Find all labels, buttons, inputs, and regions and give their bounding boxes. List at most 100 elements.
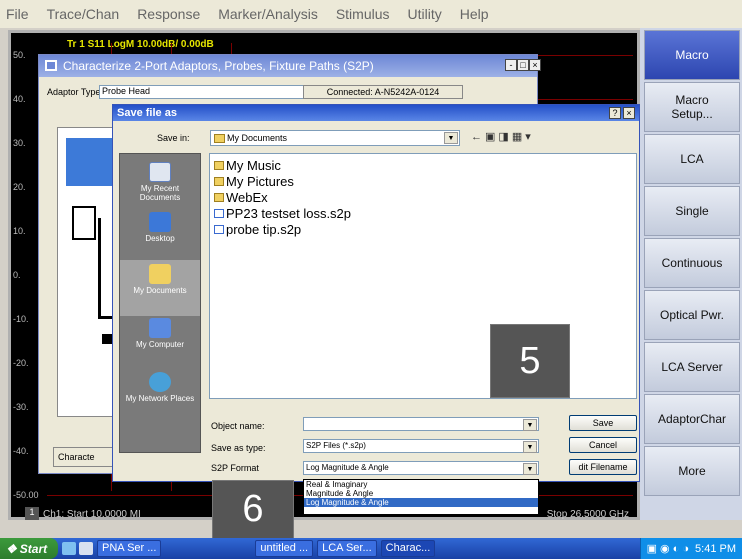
y-tick: -50.00 — [13, 490, 39, 500]
folder-icon — [214, 161, 224, 170]
task-untitled[interactable]: untitled ... — [255, 540, 314, 557]
place-label: My Recent Documents — [139, 184, 181, 202]
file-list: My Music My Pictures WebEx PP23 testset … — [209, 153, 637, 399]
y-tick: -30. — [13, 402, 29, 412]
my-documents-icon — [149, 264, 171, 284]
system-tray: ▣ ◉ ◐ ◑ 5:41 PM — [639, 538, 742, 559]
file-name: probe tip.s2p — [226, 222, 302, 237]
maximize-button[interactable]: □ — [517, 59, 529, 71]
chevron-down-icon[interactable]: ▼ — [523, 419, 537, 431]
recent-docs-icon — [149, 162, 171, 182]
list-item[interactable]: My Music — [214, 158, 281, 173]
tray-icons[interactable]: ▣ ◉ ◐ ◑ — [647, 542, 689, 555]
start-button[interactable]: ❖ Start — [0, 538, 58, 559]
softkey-more[interactable]: More — [644, 446, 740, 496]
chevron-down-icon[interactable]: ▼ — [523, 441, 537, 453]
up-folder-icon[interactable]: ▣ — [485, 131, 498, 143]
windows-logo-icon: ❖ — [6, 541, 17, 556]
help-button[interactable]: ? — [609, 107, 621, 119]
task-pna-series[interactable]: PNA Ser ... — [97, 540, 162, 557]
place-my-documents[interactable]: My Documents — [120, 260, 200, 316]
show-desktop-icon[interactable] — [79, 542, 93, 555]
task-lca-server[interactable]: LCA Ser... — [317, 540, 377, 557]
new-folder-icon[interactable]: ◨ — [498, 131, 511, 143]
list-item[interactable]: WebEx — [214, 190, 268, 205]
adaptor-type-label: Adaptor Type: — [47, 87, 103, 97]
save-as-type-select[interactable]: S2P Files (*.s2p) ▼ — [303, 439, 539, 453]
diagram-connector — [72, 206, 96, 240]
my-computer-icon — [149, 318, 171, 338]
softkey-lca-server[interactable]: LCA Server — [644, 342, 740, 392]
save-in-combo[interactable]: My Documents ▼ — [210, 130, 460, 146]
file-icon — [214, 225, 224, 234]
y-tick: 40. — [13, 94, 26, 104]
y-tick: -10. — [13, 314, 29, 324]
menu-response[interactable]: Response — [137, 6, 200, 22]
save-as-type-value: S2P Files (*.s2p) — [306, 441, 366, 450]
menu-utility[interactable]: Utility — [408, 6, 442, 22]
softkey-macro-setup[interactable]: Macro Setup... — [644, 82, 740, 132]
y-tick: 30. — [13, 138, 26, 148]
place-recent-documents[interactable]: My Recent Documents — [120, 158, 200, 214]
network-places-icon — [149, 372, 171, 392]
menu-trace-chan[interactable]: Trace/Chan — [47, 6, 120, 22]
save-button[interactable]: Save — [569, 415, 637, 431]
list-item[interactable]: PP23 testset loss.s2p — [214, 206, 351, 221]
adaptor-type-select[interactable]: Probe Head — [99, 85, 305, 99]
trace-label: Tr 1 S11 LogM 10.00dB/ 0.00dB — [67, 39, 214, 50]
task-characterize[interactable]: Charac... — [380, 540, 436, 557]
y-tick: -20. — [13, 358, 29, 368]
edit-filename-button[interactable]: dit Filename — [569, 459, 637, 475]
place-desktop[interactable]: Desktop — [120, 208, 200, 264]
y-tick: 50. — [13, 50, 26, 60]
s2p-format-select[interactable]: Log Magnitude & Angle ▼ — [303, 461, 539, 475]
menu-file[interactable]: File — [6, 6, 29, 22]
softkey-single[interactable]: Single — [644, 186, 740, 236]
start-frequency: Ch1: Start 10.0000 MI — [43, 509, 141, 520]
taskbar: ❖ Start PNA Ser ... untitled ... LCA Ser… — [0, 538, 742, 559]
s2p-format-dropdown: Real & Imaginary Magnitude & Angle Log M… — [303, 479, 539, 515]
place-network[interactable]: My Network Places — [120, 368, 200, 424]
callout-badge-5: 5 — [490, 324, 570, 398]
clock: 5:41 PM — [695, 542, 736, 555]
chevron-down-icon[interactable]: ▼ — [444, 132, 458, 144]
diagram-cable — [98, 218, 101, 318]
place-my-computer[interactable]: My Computer — [120, 314, 200, 370]
back-icon[interactable]: ← — [471, 131, 485, 143]
cancel-button[interactable]: Cancel — [569, 437, 637, 453]
softkey-macro[interactable]: Macro — [644, 30, 740, 80]
diagram-probe-tip — [102, 334, 112, 344]
place-label: My Network Places — [125, 394, 195, 403]
object-name-input[interactable]: ▼ — [303, 417, 539, 431]
s2p-format-label: S2P Format — [211, 463, 259, 473]
format-option-selected[interactable]: Log Magnitude & Angle — [304, 498, 538, 507]
format-option[interactable]: Real & Imaginary — [304, 480, 538, 489]
menu-marker-analysis[interactable]: Marker/Analysis — [218, 6, 318, 22]
softkey-optical-pwr[interactable]: Optical Pwr. — [644, 290, 740, 340]
chevron-down-icon[interactable]: ▼ — [523, 463, 537, 475]
place-label: Desktop — [145, 234, 175, 243]
place-label: My Computer — [135, 340, 184, 349]
close-button[interactable]: × — [529, 59, 541, 71]
list-item[interactable]: probe tip.s2p — [214, 222, 301, 237]
format-option[interactable]: Magnitude & Angle — [304, 489, 538, 498]
ie-icon[interactable] — [62, 542, 76, 555]
softkey-adaptor-char[interactable]: AdaptorChar — [644, 394, 740, 444]
softkey-continuous[interactable]: Continuous — [644, 238, 740, 288]
window-icon — [45, 60, 57, 71]
minimize-button[interactable]: - — [505, 59, 517, 71]
folder-icon — [214, 134, 225, 143]
save-file-dialog: Save file as ? × Save in: My Documents ▼… — [112, 104, 640, 515]
characterize-title-text: Characterize 2-Port Adaptors, Probes, Fi… — [63, 59, 374, 73]
channel-number: 1 — [25, 507, 39, 520]
save-as-type-label: Save as type: — [211, 443, 266, 453]
place-label: My Documents — [133, 286, 187, 295]
view-menu-icon[interactable]: ▦▾ — [512, 131, 534, 143]
close-button[interactable]: × — [623, 107, 635, 119]
softkey-lca[interactable]: LCA — [644, 134, 740, 184]
object-name-label: Object name: — [211, 421, 265, 431]
save-in-value: My Documents — [227, 133, 288, 143]
list-item[interactable]: My Pictures — [214, 174, 294, 189]
menu-help[interactable]: Help — [460, 6, 489, 22]
menu-stimulus[interactable]: Stimulus — [336, 6, 390, 22]
